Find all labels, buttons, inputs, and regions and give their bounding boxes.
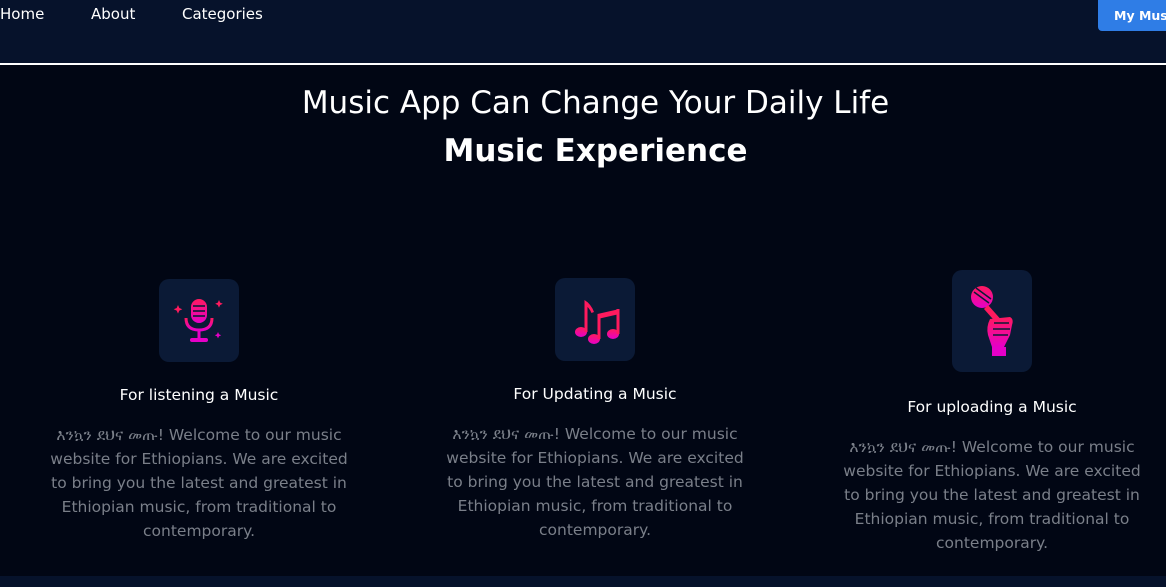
feature-card-uploading: For uploading a Music እንኳን ደህና መጡ! Welco… xyxy=(832,270,1152,555)
my-music-button[interactable]: My Music xyxy=(1098,0,1166,31)
microphone-icon xyxy=(173,298,223,342)
feature-title: For uploading a Music xyxy=(907,398,1077,416)
feature-icon-box xyxy=(159,279,239,362)
header-divider xyxy=(0,63,1166,65)
nav-link-home[interactable]: Home xyxy=(0,4,44,24)
feature-icon-box xyxy=(952,270,1032,372)
feature-title: For listening a Music xyxy=(119,386,279,404)
footer-strip xyxy=(0,576,1166,587)
navbar: Home About Categories My Music xyxy=(0,0,1166,63)
nav-link-about[interactable]: About xyxy=(91,4,135,24)
feature-description: እንኳን ደህና መጡ! Welcome to our music websit… xyxy=(446,425,744,539)
hero-title: Music App Can Change Your Daily Life xyxy=(301,85,890,121)
hero-subtitle: Music Experience xyxy=(443,133,748,169)
feature-card-listening: For listening a Music እንኳን ደህና መጡ! Welco… xyxy=(39,279,359,543)
feature-title: For Updating a Music xyxy=(513,385,677,403)
feature-description: እንኳን ደህና መጡ! Welcome to our music websit… xyxy=(843,438,1141,552)
nav-link-categories[interactable]: Categories xyxy=(182,4,263,24)
music-notes-icon xyxy=(575,299,620,344)
feature-description: እንኳን ደህና መጡ! Welcome to our music websit… xyxy=(50,426,348,540)
feature-icon-box xyxy=(555,278,635,361)
feature-card-updating: For Updating a Music እንኳን ደህና መጡ! Welcom… xyxy=(435,278,755,542)
karaoke-microphone-icon xyxy=(971,286,1013,356)
